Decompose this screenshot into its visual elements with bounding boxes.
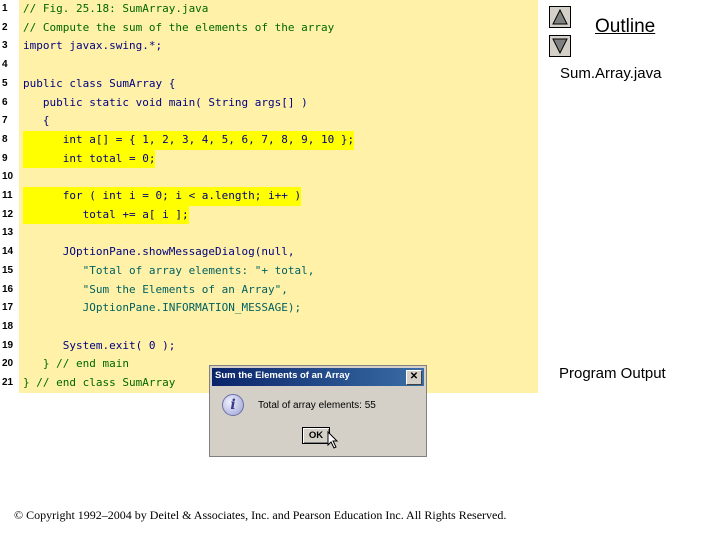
code-listing-panel: 1 // Fig. 25.18: SumArray.java 2 // Compute…: [0, 0, 538, 393]
close-icon[interactable]: ✕: [406, 370, 422, 385]
line-number: 17: [2, 302, 14, 314]
code-text: "Total of array elements: "+ total,: [23, 263, 315, 277]
line-number: 16: [2, 283, 14, 295]
code-text: System.exit( 0 );: [23, 338, 176, 352]
line-number: 13: [2, 227, 14, 239]
triangle-down-icon: [552, 38, 568, 54]
line-number: 1: [2, 3, 8, 14]
code-text: // Fig. 25.18: SumArray.java: [23, 2, 209, 15]
line-number: 8: [2, 133, 8, 145]
code-text: for ( int i = 0; i < a.length; i++ ): [23, 187, 302, 206]
triangle-up-icon: [552, 9, 568, 25]
code-text: import javax.swing.*;: [23, 39, 163, 53]
code-line: 4: [0, 56, 538, 75]
line-number: 7: [2, 115, 8, 127]
line-number: 12: [2, 208, 14, 220]
code-text: int a[] = { 1, 2, 3, 4, 5, 6, 7, 8, 9, 1…: [23, 130, 355, 150]
previous-slide-button[interactable]: [549, 6, 571, 28]
code-line: 18: [0, 318, 538, 337]
dialog-title: Sum the Elements of an Array: [215, 370, 350, 381]
code-line: 8 int a[] = { 1, 2, 3, 4, 5, 6, 7, 8, 9,…: [0, 130, 538, 150]
program-output-label: Program Output: [559, 365, 666, 382]
line-number: 3: [2, 40, 8, 52]
line-number: 11: [2, 190, 13, 201]
code-text: public class SumArray {: [23, 76, 176, 90]
code-line: 14 JOptionPane.showMessageDialog(null,: [0, 243, 538, 262]
dialog-message: Total of array elements: 55: [258, 400, 376, 411]
code-text: JOptionPane.showMessageDialog(null,: [23, 245, 295, 259]
line-number: 5: [2, 77, 8, 89]
code-line: 1 // Fig. 25.18: SumArray.java: [0, 0, 538, 19]
code-line: 9 int total = 0;: [0, 149, 538, 169]
info-icon: i: [222, 394, 244, 416]
code-text: {: [23, 114, 50, 128]
ok-button[interactable]: OK: [302, 427, 330, 444]
code-line: 6 public static void main( String args[]…: [0, 94, 538, 113]
line-number: 18: [2, 320, 14, 332]
code-text: "Sum the Elements of an Array",: [23, 282, 288, 296]
line-number: 14: [2, 246, 14, 258]
file-name-label: Sum.Array.java: [560, 65, 662, 82]
line-number: 6: [2, 96, 8, 108]
code-line: 12 total += a[ i ];: [0, 205, 538, 225]
line-number: 19: [2, 339, 14, 351]
code-line: 17 JOptionPane.INFORMATION_MESSAGE);: [0, 299, 538, 318]
message-dialog: Sum the Elements of an Array ✕ i Total o…: [209, 365, 427, 457]
code-line: 19 System.exit( 0 );: [0, 337, 538, 356]
copyright-notice: © Copyright 1992–2004 by Deitel & Associ…: [14, 508, 507, 522]
code-text: public static void main( String args[] ): [23, 95, 308, 109]
code-line: 2 // Compute the sum of the elements of t…: [0, 19, 538, 38]
line-number: 20: [2, 358, 14, 370]
line-number: 10: [2, 171, 14, 183]
line-number: 9: [2, 152, 8, 164]
code-text: // Compute the sum of the elements of th…: [23, 20, 335, 34]
outline-link[interactable]: Outline: [595, 16, 655, 38]
code-line: 5 public class SumArray {: [0, 75, 538, 94]
code-line: 3 import javax.swing.*;: [0, 37, 538, 56]
code-line: 7 {: [0, 112, 538, 131]
code-text: int total = 0;: [23, 149, 156, 169]
code-line: 10: [0, 168, 538, 187]
code-line: 13: [0, 224, 538, 243]
code-line: 11 for ( int i = 0; i < a.length; i++ ): [0, 187, 538, 206]
code-line: 16 "Sum the Elements of an Array",: [0, 281, 538, 300]
mouse-cursor-icon: [327, 431, 339, 449]
code-text: JOptionPane.INFORMATION_MESSAGE);: [23, 301, 302, 315]
code-text: } // end class SumArray: [23, 376, 176, 389]
line-number: 21: [2, 377, 14, 388]
code-text: total += a[ i ];: [23, 205, 189, 225]
next-slide-button[interactable]: [549, 35, 571, 57]
code-text: } // end main: [23, 357, 129, 371]
line-number: 15: [2, 264, 14, 276]
code-line: 15 "Total of array elements: "+ total,: [0, 262, 538, 281]
line-number: 4: [2, 59, 8, 71]
line-number: 2: [2, 21, 8, 33]
dialog-titlebar[interactable]: Sum the Elements of an Array ✕: [212, 368, 424, 386]
